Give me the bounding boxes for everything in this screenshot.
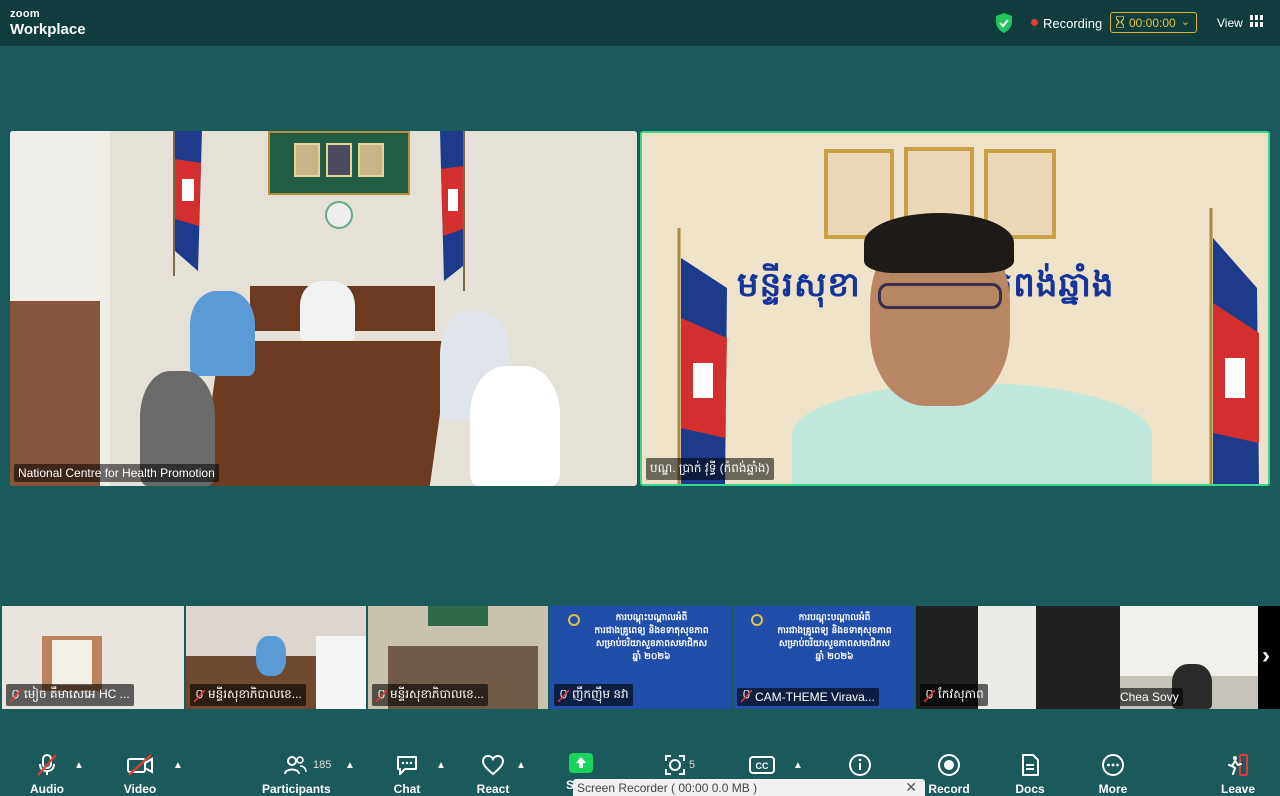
microphone-muted-icon xyxy=(37,754,57,776)
participant-name-tag: បណ្ឌ. ប្រាក់ វុទ្ធី (កំពង់ឆ្នាំង) xyxy=(646,458,774,480)
audio-button[interactable]: Audio xyxy=(28,753,66,796)
speaker-hair xyxy=(864,213,1014,273)
mic-muted-icon xyxy=(194,690,205,702)
recording-timer[interactable]: 00:00:00 ⌄ xyxy=(1110,12,1197,33)
cambodia-flag-right-speaker xyxy=(1209,208,1259,484)
participants-count: 185 xyxy=(313,759,332,771)
chat-options-chevron-icon[interactable]: ▲ xyxy=(436,760,446,771)
grid-view-icon[interactable] xyxy=(1250,15,1263,28)
heart-icon xyxy=(481,754,505,776)
security-shield-icon[interactable] xyxy=(995,13,1013,33)
speaker-glasses xyxy=(878,283,1002,309)
timer-value: 00:00:00 xyxy=(1129,16,1176,30)
video-tile-active-speaker[interactable]: មន្ទីរសុខា កំពង់ឆ្នាំង បណ្ឌ. ប្រាក់ វុទ្ធ… xyxy=(640,131,1270,486)
thumbnail-tile[interactable]: មៀច គឹមាសេអេ HC ... xyxy=(2,606,184,709)
thumbnail-tile[interactable]: មន្ទីរសុខាភិបាលខេ... xyxy=(368,606,548,709)
zoom-workplace-logo: zoom Workplace xyxy=(10,8,86,38)
captions-button[interactable]: CC xyxy=(748,753,776,777)
chat-bubble-icon xyxy=(397,756,417,775)
screen-recorder-status: Screen Recorder ( 00:00 0.0 MB ) xyxy=(577,781,758,795)
share-screen-icon xyxy=(569,753,593,773)
cambodia-flag-right xyxy=(440,131,465,291)
hourglass-icon xyxy=(1116,16,1124,28)
svg-text:CC: CC xyxy=(756,761,769,771)
document-icon xyxy=(1022,754,1039,776)
mic-muted-icon xyxy=(741,690,752,702)
participant-name-tag: National Centre for Health Promotion xyxy=(14,464,219,482)
thumbnail-strip: ‹ មៀច គឹមាសេអេ HC ... មន្ទីរសុខាភិបាលខេ.… xyxy=(0,606,1280,710)
thumbnail-name: មៀច គឹមាសេអេ HC ... xyxy=(6,684,134,706)
react-button[interactable]: React xyxy=(476,753,510,796)
audio-options-chevron-icon[interactable]: ▲ xyxy=(74,760,84,771)
leave-exit-icon xyxy=(1228,754,1248,776)
docs-button[interactable]: Docs xyxy=(1014,753,1046,796)
thumbnail-name: Chea Sovy xyxy=(1120,688,1183,706)
top-bar: zoom Workplace Recording 00:00:00 ⌄ View xyxy=(0,0,1280,46)
record-button[interactable]: Record xyxy=(928,753,970,796)
close-icon[interactable]: ✕ xyxy=(905,779,917,796)
closed-captions-icon: CC xyxy=(749,756,775,774)
cambodia-flag-left xyxy=(173,131,202,276)
thumbnail-tile[interactable]: កែវសុភាព xyxy=(916,606,1120,709)
chevron-down-icon: ⌄ xyxy=(1180,16,1190,28)
ministry-logo-icon xyxy=(568,614,580,626)
chevron-right-icon[interactable]: › xyxy=(1262,642,1270,670)
apps-icon xyxy=(665,755,685,775)
apps-button[interactable] xyxy=(660,753,690,777)
info-button[interactable] xyxy=(846,753,874,777)
view-button[interactable]: View xyxy=(1217,16,1243,30)
recording-label[interactable]: Recording xyxy=(1043,16,1102,31)
emblem xyxy=(325,201,353,229)
react-options-chevron-icon[interactable]: ▲ xyxy=(516,760,526,771)
brand-top: zoom xyxy=(10,8,40,20)
card-text: ការបណ្ដុះបណ្ដាលអំពី ការជាងគ្រូពេទ្យ និងខ… xyxy=(594,613,709,662)
thumbnail-tile[interactable]: Chea Sovy xyxy=(1120,606,1258,709)
participant-white-shirt xyxy=(300,281,355,341)
info-icon xyxy=(849,754,871,776)
wall-frame xyxy=(268,131,410,195)
chat-button[interactable]: Chat xyxy=(390,753,424,796)
captions-options-chevron-icon[interactable]: ▲ xyxy=(793,760,803,771)
participants-icon xyxy=(284,756,307,775)
more-options-icon xyxy=(1102,754,1124,776)
screen-recorder-bar[interactable]: Screen Recorder ( 00:00 0.0 MB ) ✕ xyxy=(573,779,925,796)
card-text: ការបណ្ដុះបណ្ដាលអំពី ការជាងគ្រូពេទ្យ និងខ… xyxy=(777,613,892,662)
mic-muted-icon xyxy=(10,690,21,702)
thumbnail-name: CAM-THEME Virava... xyxy=(737,688,879,706)
record-icon xyxy=(938,754,960,776)
video-tile-national-centre[interactable]: National Centre for Health Promotion xyxy=(10,131,637,486)
video-button[interactable]: Video xyxy=(120,753,160,796)
mic-muted-icon xyxy=(376,690,387,702)
mic-muted-icon xyxy=(558,690,569,702)
ministry-logo-icon xyxy=(751,614,763,626)
apps-count: 5 xyxy=(689,759,696,771)
video-options-chevron-icon[interactable]: ▲ xyxy=(173,760,183,771)
thumbnail-name: មន្ទីរសុខាភិបាលខេ... xyxy=(190,684,306,706)
cambodia-flag-left-speaker xyxy=(677,228,727,484)
participant-blue-shirt xyxy=(190,291,255,376)
participant-right-2 xyxy=(470,366,560,486)
thumbnail-tile[interactable]: មន្ទីរសុខាភិបាលខេ... xyxy=(186,606,366,709)
thumbnail-tile[interactable]: ការបណ្ដុះបណ្ដាលអំពី ការជាងគ្រូពេទ្យ និងខ… xyxy=(550,606,731,709)
mic-muted-icon xyxy=(924,690,935,702)
thumbnail-tile[interactable]: ការបណ្ដុះបណ្ដាលអំពី ការជាងគ្រូពេទ្យ និងខ… xyxy=(733,606,914,709)
leave-button[interactable]: Leave xyxy=(1220,753,1256,796)
brand-bottom: Workplace xyxy=(10,21,86,38)
thumbnail-name: មន្ទីរសុខាភិបាលខេ... xyxy=(372,684,488,706)
participants-options-chevron-icon[interactable]: ▲ xyxy=(345,760,355,771)
more-button[interactable]: More xyxy=(1096,753,1130,796)
chairs-left xyxy=(10,301,100,486)
camera-off-icon xyxy=(127,754,153,776)
recording-dot-icon xyxy=(1031,19,1038,26)
